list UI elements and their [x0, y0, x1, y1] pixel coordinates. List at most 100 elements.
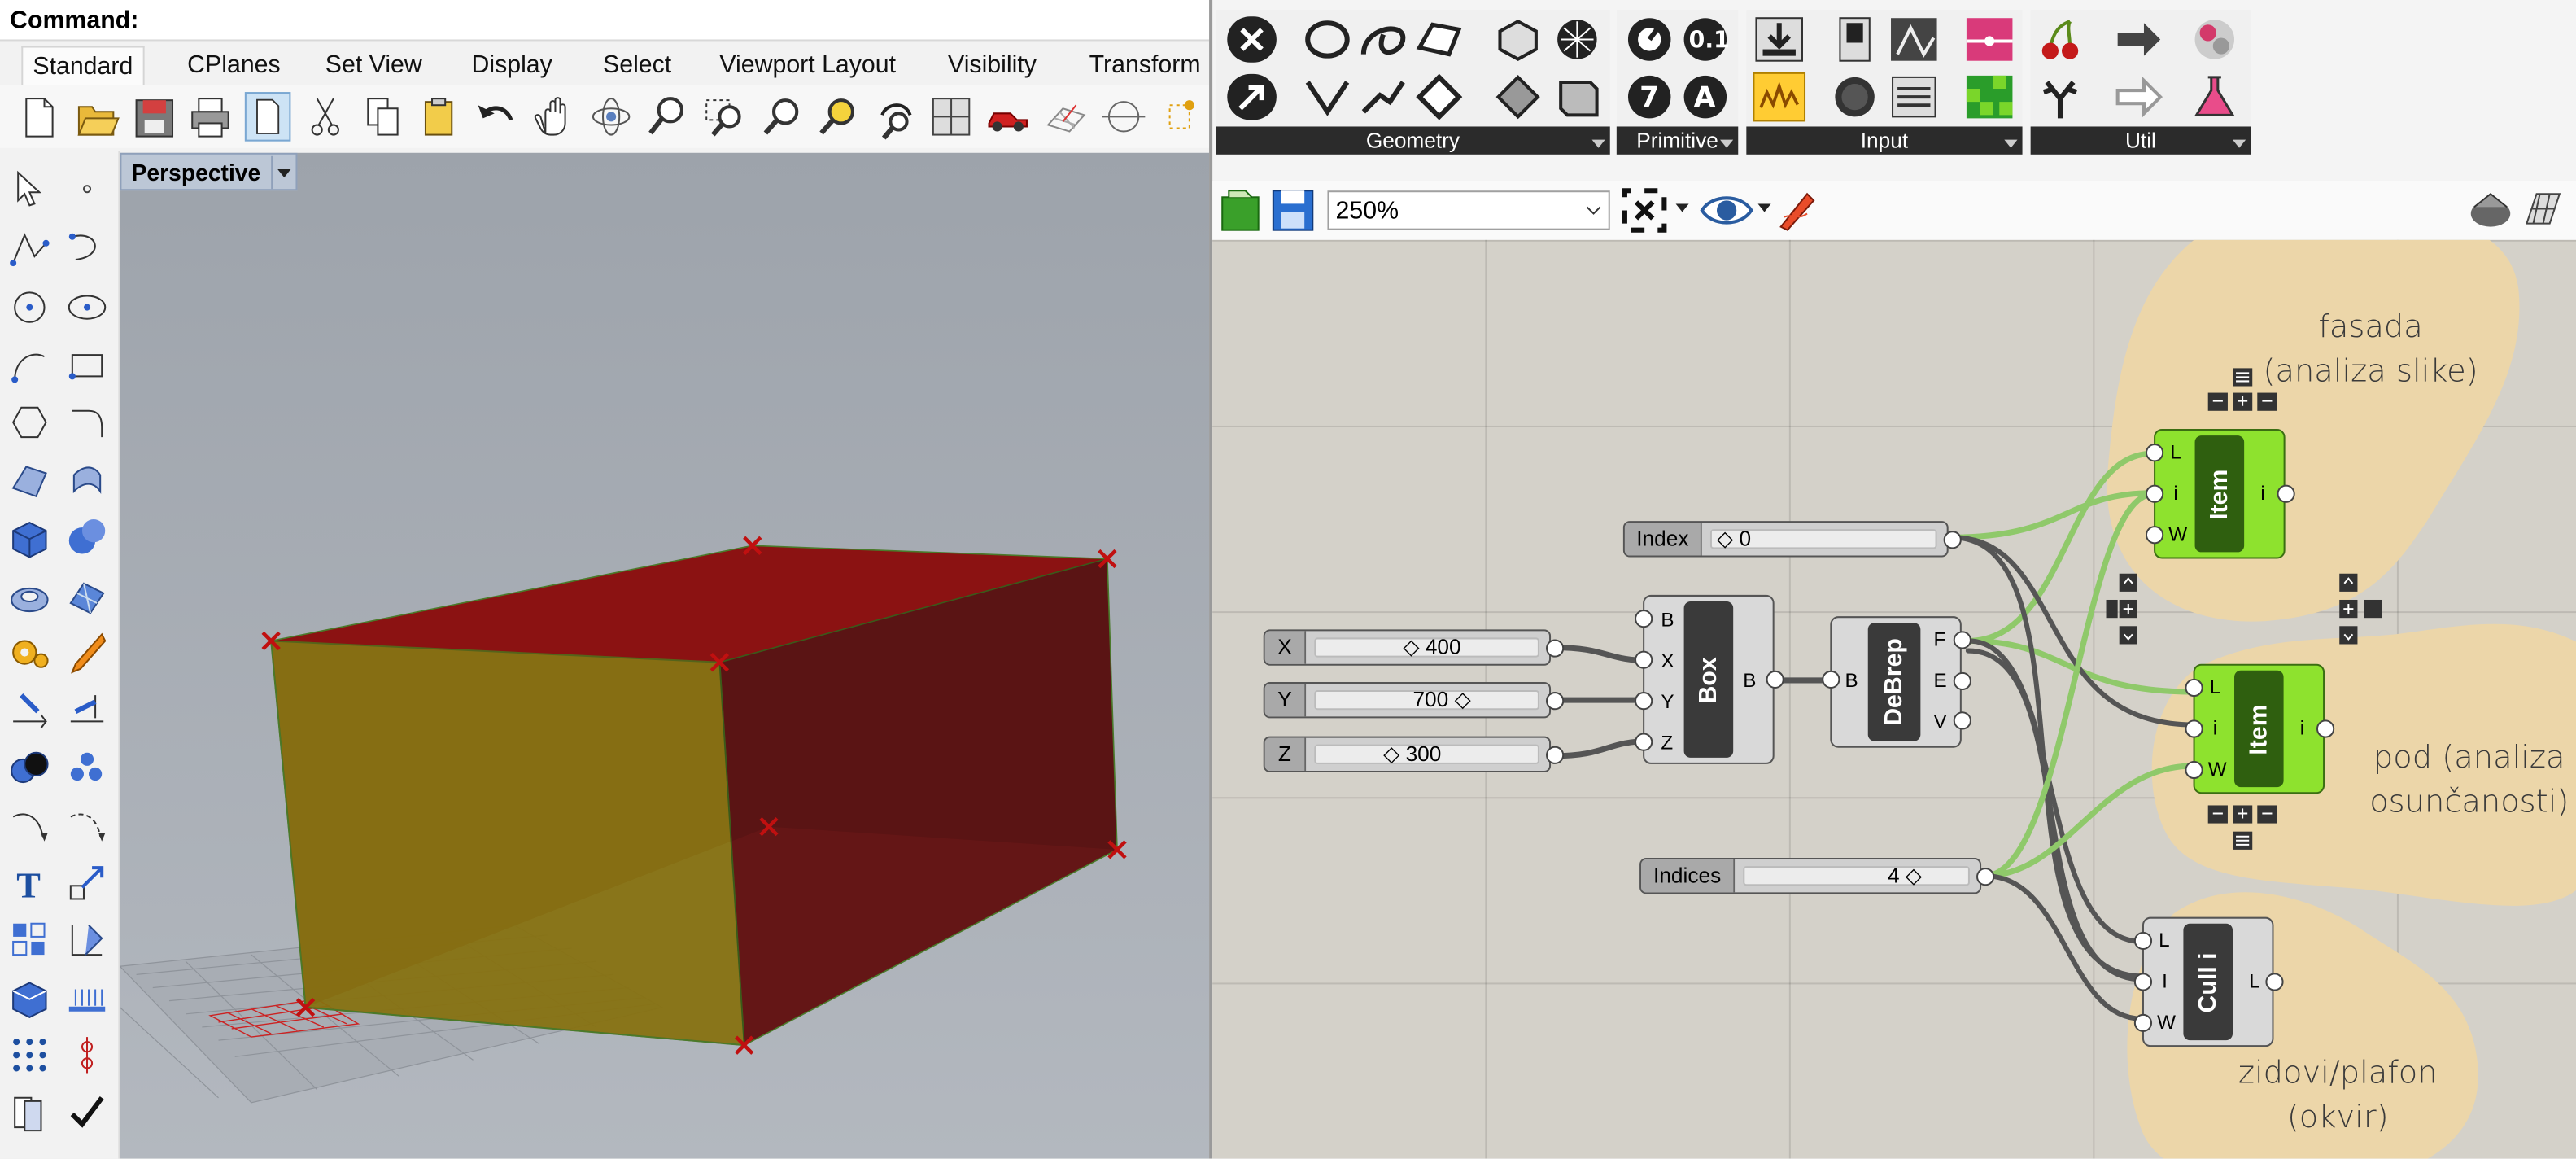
box-input-grip[interactable]	[1635, 692, 1653, 711]
solid-sphere-icon[interactable]	[66, 516, 108, 558]
analyze-icon[interactable]	[66, 919, 108, 961]
chevron-down-icon[interactable]	[1757, 203, 1771, 213]
checkmark-icon[interactable]	[66, 1091, 108, 1134]
item2-input-grip[interactable]	[2185, 760, 2203, 780]
arrow-right-icon[interactable]	[2113, 15, 2166, 64]
curve-icon[interactable]	[66, 227, 108, 269]
culli-output-grip[interactable]	[2265, 973, 2284, 991]
slider-indices[interactable]: Indices 4 ◇	[1639, 857, 1982, 894]
save-file-icon[interactable]	[1272, 187, 1314, 234]
boolean-icon[interactable]	[8, 746, 50, 789]
zoom-widget-icon[interactable]	[2336, 573, 2395, 646]
pan-icon[interactable]	[530, 92, 577, 142]
grid-points-icon[interactable]	[8, 1034, 50, 1076]
compass-icon[interactable]	[2188, 15, 2241, 64]
panel-expand-icon[interactable]	[1591, 139, 1605, 148]
debrep-output-grip[interactable]	[1953, 711, 1971, 730]
grasshopper-canvas[interactable]: fasada (analiza slike) pod (analiza osun…	[1212, 239, 2576, 1159]
viewport-menu-arrow[interactable]	[270, 155, 295, 189]
car-icon[interactable]	[985, 92, 1032, 142]
param-number-icon[interactable]: 0.1	[1679, 15, 1732, 64]
circle-tool-icon[interactable]	[8, 286, 50, 328]
print-icon[interactable]	[187, 92, 234, 142]
slider-index-output-grip[interactable]	[1943, 531, 1962, 549]
viewport-title[interactable]: Perspective	[120, 152, 297, 191]
param-geometry-icon[interactable]	[1491, 72, 1544, 122]
grid-icon[interactable]	[1043, 92, 1089, 142]
component-cull-index[interactable]: Cull i L I W L	[2133, 916, 2284, 1047]
ellipse-icon[interactable]	[66, 286, 108, 328]
copy-icon[interactable]	[360, 92, 406, 142]
slider-x-output-grip[interactable]	[1546, 639, 1565, 658]
snap-icon[interactable]	[1160, 92, 1207, 142]
tab-transform[interactable]: Transform	[1080, 46, 1210, 85]
layout-icon[interactable]	[8, 1091, 50, 1134]
component-list-item-fasada[interactable]: Item L i W i	[2145, 428, 2295, 559]
move-icon[interactable]	[66, 861, 108, 903]
box-input-grip[interactable]	[1635, 610, 1653, 628]
item1-input-grip[interactable]	[2145, 526, 2164, 545]
preview-eye-icon[interactable]	[1699, 190, 1755, 230]
slider-y-output-grip[interactable]	[1546, 692, 1565, 711]
page-icon[interactable]	[244, 92, 291, 142]
param-curve-icon[interactable]	[1357, 15, 1410, 64]
slider-z[interactable]: Z ◇ 300	[1263, 736, 1552, 772]
light-icon[interactable]	[66, 631, 108, 674]
slider-z-output-grip[interactable]	[1546, 746, 1565, 764]
culli-input-grip[interactable]	[2133, 973, 2153, 991]
paste-icon[interactable]	[416, 92, 462, 142]
tree-icon[interactable]	[2034, 72, 2087, 122]
mesh-preview-icon[interactable]	[2520, 187, 2566, 234]
slider-indices-track[interactable]	[1743, 866, 1970, 886]
align-icon[interactable]	[66, 689, 108, 731]
tab-visibility[interactable]: Visibility	[938, 46, 1046, 85]
param-manage-widget-icon[interactable]	[2205, 805, 2287, 851]
text-icon[interactable]: T	[8, 861, 50, 903]
item1-input-grip[interactable]	[2145, 444, 2164, 462]
new-icon[interactable]	[16, 92, 63, 142]
gear-icon[interactable]	[8, 631, 50, 673]
param-x-icon[interactable]	[1225, 15, 1278, 64]
undo-icon[interactable]	[474, 92, 520, 142]
param-mesh-icon[interactable]	[1551, 15, 1604, 64]
input-graph-icon[interactable]	[1888, 15, 1941, 64]
box-output-grip[interactable]	[1766, 670, 1784, 689]
item2-input-grip[interactable]	[2185, 678, 2203, 698]
box-input-grip[interactable]	[1635, 650, 1653, 669]
dimension-icon[interactable]	[8, 689, 50, 731]
tab-cplanes[interactable]: CPlanes	[177, 46, 290, 85]
slider-y[interactable]: Y 700 ◇	[1263, 681, 1552, 719]
open-icon[interactable]	[74, 92, 120, 142]
surface-icon[interactable]	[8, 458, 50, 501]
polygon-icon[interactable]	[8, 401, 50, 444]
sketch-pen-icon[interactable]	[1775, 187, 1821, 234]
param-integer-icon[interactable]: 7	[1623, 72, 1676, 122]
input-value-list-icon[interactable]	[1888, 72, 1941, 122]
tab-standard[interactable]: Standard	[21, 46, 145, 88]
zoom-widget-icon[interactable]	[2106, 573, 2139, 646]
array-icon[interactable]	[8, 919, 50, 961]
input-gradient-icon[interactable]	[1963, 15, 2016, 64]
item2-output-grip[interactable]	[2316, 719, 2335, 738]
param-text-icon[interactable]: A	[1679, 72, 1732, 122]
debrep-input-grip[interactable]	[1822, 670, 1840, 689]
input-toggle-icon[interactable]	[1828, 15, 1881, 64]
points-icon[interactable]	[66, 746, 108, 789]
save-icon[interactable]	[132, 92, 178, 142]
trim-icon[interactable]	[8, 803, 50, 846]
cut-icon[interactable]	[303, 92, 349, 142]
arrow-outline-icon[interactable]	[2113, 72, 2166, 122]
param-surface-icon[interactable]	[1412, 15, 1465, 64]
chain-icon[interactable]	[66, 1034, 108, 1076]
point-icon[interactable]	[66, 168, 108, 210]
hatch-icon[interactable]	[66, 976, 108, 1018]
zoom-extents-icon[interactable]	[759, 92, 806, 142]
input-slider-icon[interactable]	[1753, 72, 1806, 122]
param-line-icon[interactable]	[1301, 72, 1354, 122]
fillet-icon[interactable]	[66, 401, 108, 444]
slider-indices-output-grip[interactable]	[1976, 868, 1995, 886]
zoom-icon[interactable]	[644, 92, 691, 142]
perspective-viewport[interactable]: Perspective	[120, 152, 1210, 1159]
solid-box-icon[interactable]	[8, 516, 50, 558]
tab-set-view[interactable]: Set View	[316, 46, 432, 85]
